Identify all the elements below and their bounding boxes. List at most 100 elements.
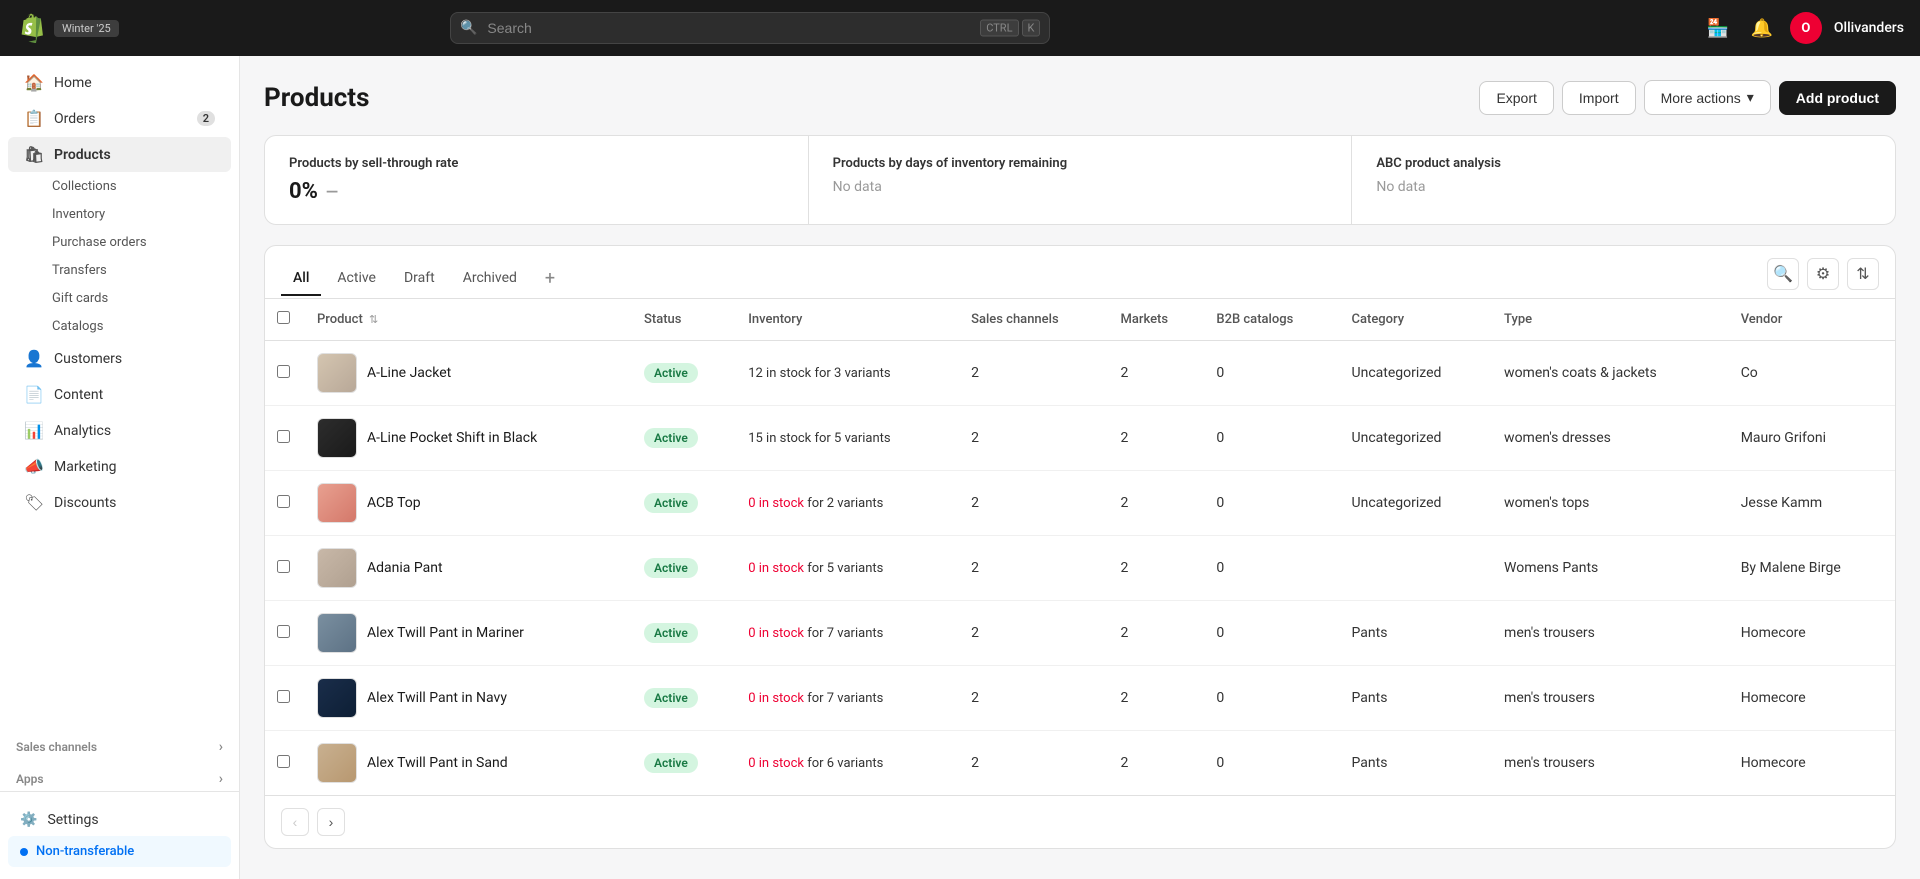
product-cell: A-Line Pocket Shift in Black — [305, 406, 632, 471]
tab-archived[interactable]: Archived — [451, 262, 529, 296]
search-bar[interactable]: 🔍 CTRL K — [450, 12, 1050, 44]
inventory-cell: 0 in stock for 5 variants — [736, 536, 959, 601]
storefront-icon[interactable]: 🏪 — [1702, 12, 1734, 44]
type-cell: women's tops — [1492, 471, 1729, 536]
sales-channels-section: Sales channels › — [0, 727, 239, 759]
card-nodata: No data — [1376, 179, 1871, 195]
sidebar-item-label: Discounts — [54, 495, 116, 511]
vendor-cell: Jesse Kamm — [1729, 471, 1895, 536]
product-name[interactable]: Alex Twill Pant in Navy — [367, 690, 507, 706]
import-button[interactable]: Import — [1562, 81, 1636, 115]
pagination-next[interactable]: › — [317, 808, 345, 836]
inventory-value: 0 in stock for 6 variants — [748, 756, 883, 771]
sidebar-item-customers[interactable]: 👤 Customers — [8, 341, 231, 376]
sidebar-item-content[interactable]: 📄 Content — [8, 377, 231, 412]
inventory-cell: 0 in stock for 7 variants — [736, 601, 959, 666]
status-cell: Active — [632, 341, 736, 406]
row-checkbox-4[interactable] — [277, 625, 290, 638]
inventory-value: 0 in stock for 5 variants — [748, 561, 883, 576]
sort-button[interactable]: ⇅ — [1847, 258, 1879, 290]
type-cell: Womens Pants — [1492, 536, 1729, 601]
more-actions-button[interactable]: More actions ▾ — [1644, 80, 1771, 115]
inventory-value: 0 in stock for 7 variants — [748, 691, 883, 706]
sidebar-item-purchase-orders[interactable]: Purchase orders — [52, 229, 231, 256]
page-header: Products Export Import More actions ▾ Ad… — [264, 80, 1896, 115]
sidebar-item-label: Analytics — [54, 423, 111, 439]
sales-channels-cell: 2 — [959, 406, 1108, 471]
sidebar-item-gift-cards[interactable]: Gift cards — [52, 285, 231, 312]
filter-button[interactable]: ⚙ — [1807, 258, 1839, 290]
vendor-cell: Co — [1729, 341, 1895, 406]
type-cell: men's trousers — [1492, 666, 1729, 731]
sales-channels-cell: 2 — [959, 731, 1108, 796]
apps-expand-icon[interactable]: › — [219, 771, 223, 787]
sidebar-item-discounts[interactable]: 🏷 Discounts — [8, 485, 231, 520]
notification-icon[interactable]: 🔔 — [1746, 12, 1778, 44]
topbar-right-actions: 🏪 🔔 O Ollivanders — [1702, 12, 1904, 44]
row-checkbox-3[interactable] — [277, 560, 290, 573]
table-row: Alex Twill Pant in Navy Active0 in stock… — [265, 666, 1895, 731]
sidebar-item-transfers[interactable]: Transfers — [52, 257, 231, 284]
status-cell: Active — [632, 406, 736, 471]
settings-item[interactable]: ⚙️ Settings — [8, 804, 231, 836]
card-value: 0% — — [289, 179, 784, 204]
status-badge: Active — [644, 753, 698, 773]
non-transferable-item[interactable]: Non-transferable — [8, 836, 231, 867]
sidebar-item-catalogs[interactable]: Catalogs — [52, 313, 231, 340]
product-name[interactable]: Alex Twill Pant in Sand — [367, 755, 508, 771]
row-checkbox-2[interactable] — [277, 495, 290, 508]
product-name[interactable]: Adania Pant — [367, 560, 443, 576]
status-badge: Active — [644, 363, 698, 383]
col-type: Type — [1492, 299, 1729, 341]
export-button[interactable]: Export — [1479, 81, 1553, 115]
sales-channels-header: Sales channels › — [0, 727, 239, 759]
table-row: ACB Top Active0 in stock for 2 variants2… — [265, 471, 1895, 536]
sidebar-item-collections[interactable]: Collections — [52, 173, 231, 200]
product-name[interactable]: Alex Twill Pant in Mariner — [367, 625, 524, 641]
tab-draft[interactable]: Draft — [392, 262, 447, 296]
add-product-button[interactable]: Add product — [1779, 81, 1896, 115]
analytics-icon: 📊 — [24, 421, 44, 440]
sidebar-item-orders[interactable]: 📋 Orders 2 — [8, 101, 231, 136]
sidebar-sub-menu: Collections Inventory Purchase orders Tr… — [0, 173, 239, 340]
b2b-cell: 0 — [1204, 666, 1339, 731]
sidebar-item-products[interactable]: 🛍 Products — [8, 137, 231, 172]
sidebar-item-analytics[interactable]: 📊 Analytics — [8, 413, 231, 448]
sales-channels-expand-icon[interactable]: › — [219, 739, 223, 755]
inventory-value: 12 in stock for 3 variants — [748, 366, 890, 381]
sidebar-item-marketing[interactable]: 📣 Marketing — [8, 449, 231, 484]
row-checkbox-6[interactable] — [277, 755, 290, 768]
category-cell: Pants — [1340, 601, 1493, 666]
row-checkbox-5[interactable] — [277, 690, 290, 703]
tab-all[interactable]: All — [281, 262, 321, 296]
avatar[interactable]: O — [1790, 12, 1822, 44]
type-cell: women's dresses — [1492, 406, 1729, 471]
sidebar-item-inventory[interactable]: Inventory — [52, 201, 231, 228]
col-product[interactable]: Product ⇅ — [305, 299, 632, 341]
card-title: Products by sell-through rate — [289, 156, 784, 171]
row-checkbox-0[interactable] — [277, 365, 290, 378]
sales-channels-cell: 2 — [959, 536, 1108, 601]
card-value-percent: 0% — [289, 179, 318, 204]
sidebar-item-home[interactable]: 🏠 Home — [8, 65, 231, 100]
product-cell: Alex Twill Pant in Sand — [305, 731, 632, 796]
tab-active[interactable]: Active — [325, 262, 388, 296]
topbar-logo: Winter '25 — [16, 13, 119, 43]
non-transferable-dot — [20, 848, 28, 856]
product-name[interactable]: A-Line Jacket — [367, 365, 451, 381]
sidebar: 🏠 Home 📋 Orders 2 🛍 Products Collections… — [0, 56, 240, 879]
products-table: Product ⇅ Status Inventory Sales channel… — [265, 299, 1895, 795]
tab-add-button[interactable]: + — [537, 264, 563, 293]
product-name[interactable]: A-Line Pocket Shift in Black — [367, 430, 537, 446]
sales-channels-cell: 2 — [959, 666, 1108, 731]
analytics-card-abc: ABC product analysis No data — [1352, 136, 1895, 224]
select-all-checkbox[interactable] — [277, 311, 290, 324]
pagination-prev[interactable]: ‹ — [281, 808, 309, 836]
k-key: K — [1022, 20, 1041, 37]
search-input[interactable] — [450, 12, 1050, 44]
search-filter-button[interactable]: 🔍 — [1767, 258, 1799, 290]
product-name[interactable]: ACB Top — [367, 495, 421, 511]
sales-channels-cell: 2 — [959, 601, 1108, 666]
product-cell: Adania Pant — [305, 536, 632, 601]
row-checkbox-1[interactable] — [277, 430, 290, 443]
